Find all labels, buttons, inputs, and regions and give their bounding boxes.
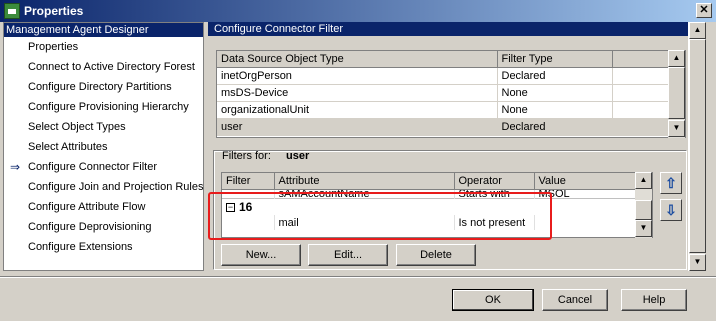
column-header-filter-type[interactable]: Filter Type (497, 51, 613, 68)
nav-header: Management Agent Designer (4, 23, 203, 37)
cancel-button[interactable]: Cancel (542, 289, 608, 311)
nav-item-label: Configure Provisioning Hierarchy (28, 101, 189, 113)
scroll-down-icon[interactable]: ▼ (689, 254, 706, 271)
filters-object-name: user (286, 150, 310, 162)
new-filter-button[interactable]: New... (221, 244, 301, 266)
nav-item-label: Select Attributes (28, 141, 108, 153)
nav-item-configure-join-and-projection-rules[interactable]: Configure Join and Projection Rules (4, 177, 204, 197)
nav-item-label: Configure Connector Filter (28, 161, 158, 173)
cell-empty (612, 118, 669, 136)
title-bar: Properties ✕ (0, 0, 716, 22)
nav-item-configure-attribute-flow[interactable]: Configure Attribute Flow (4, 197, 203, 217)
nav-item-label: Connect to Active Directory Forest (28, 61, 195, 73)
nav-item-label: Configure Deprovisioning (28, 221, 152, 233)
scroll-thumb[interactable] (689, 39, 706, 253)
cell-filter-type: Declared (497, 67, 613, 85)
delete-filter-button[interactable]: Delete (396, 244, 476, 266)
table-row[interactable]: inetOrgPerson Declared (217, 67, 669, 85)
column-header-attribute[interactable]: Attribute (274, 173, 455, 190)
cell-filter-type: None (497, 84, 613, 102)
scroll-up-icon[interactable]: ▲ (689, 22, 706, 39)
nav-item-label: Configure Extensions (28, 241, 133, 253)
cell-empty (612, 101, 669, 119)
object-table-scrollbar[interactable]: ▲ ▼ (668, 50, 685, 138)
column-header-value[interactable]: Value (534, 173, 636, 190)
panel-header: Configure Connector Filter (208, 22, 688, 36)
table-row[interactable]: organizationalUnit None (217, 101, 669, 119)
footer-separator (0, 276, 716, 278)
nav-item-label: Configure Directory Partitions (28, 81, 172, 93)
nav-item-configure-deprovisioning[interactable]: Configure Deprovisioning (4, 217, 203, 237)
table-row[interactable]: user Declared (217, 118, 669, 136)
nav-item-configure-connector-filter[interactable]: ⇒ Configure Connector Filter (4, 157, 203, 177)
nav-item-select-attributes[interactable]: Select Attributes (4, 137, 203, 157)
designer-nav-panel: Management Agent Designer Properties Conn… (3, 22, 204, 271)
object-type-table: Data Source Object Type Filter Type inet… (216, 50, 686, 138)
window-title: Properties (24, 4, 84, 18)
cell-object-type: organizationalUnit (217, 101, 498, 119)
nav-item-label: Configure Attribute Flow (28, 201, 146, 213)
nav-item-label: Select Object Types (28, 121, 126, 133)
cell-filter-type: None (497, 101, 613, 119)
filters-for-label: Filters for: (222, 150, 271, 162)
app-icon (4, 3, 20, 19)
nav-item-configure-directory-partitions[interactable]: Configure Directory Partitions (4, 77, 203, 97)
filters-table-scrollbar[interactable]: ▲ ▼ (635, 172, 652, 238)
current-step-arrow-icon: ⇒ (10, 160, 21, 174)
panel-scrollbar[interactable]: ▲ ▼ (688, 22, 706, 271)
column-header-empty (612, 51, 669, 68)
nav-item-select-object-types[interactable]: Select Object Types (4, 117, 203, 137)
cell-empty (612, 84, 669, 102)
nav-item-configure-extensions[interactable]: Configure Extensions (4, 237, 203, 257)
column-header-object-type[interactable]: Data Source Object Type (217, 51, 498, 68)
scroll-down-icon[interactable]: ▼ (635, 220, 652, 237)
nav-item-configure-provisioning-hierarchy[interactable]: Configure Provisioning Hierarchy (4, 97, 203, 117)
close-button[interactable]: ✕ (696, 3, 712, 18)
scroll-thumb[interactable] (668, 67, 685, 119)
cell-object-type: msDS-Device (217, 84, 498, 102)
edit-filter-button[interactable]: Edit... (308, 244, 388, 266)
scroll-thumb[interactable] (635, 200, 652, 220)
nav-item-connect-to-active-directory-forest[interactable]: Connect to Active Directory Forest (4, 57, 203, 77)
nav-item-label: Properties (28, 41, 79, 53)
cell-empty (612, 67, 669, 85)
highlight-annotation (208, 192, 552, 240)
nav-item-properties[interactable]: Properties (4, 37, 203, 57)
cell-object-type: inetOrgPerson (217, 67, 498, 85)
nav-item-label: Configure Join and Projection Rules (28, 181, 204, 193)
move-down-button[interactable]: ⇩ (660, 199, 682, 221)
nav-list: Properties Connect to Active Directory Fo… (4, 37, 204, 257)
scroll-down-icon[interactable]: ▼ (668, 120, 685, 137)
ok-button[interactable]: OK (452, 289, 534, 311)
help-button[interactable]: Help (621, 289, 687, 311)
move-up-button[interactable]: ⇧ (660, 172, 682, 194)
column-header-operator[interactable]: Operator (454, 173, 535, 190)
scroll-up-icon[interactable]: ▲ (668, 50, 685, 67)
cell-filter-type: Declared (497, 118, 613, 136)
table-row[interactable]: msDS-Device None (217, 84, 669, 102)
column-header-filter[interactable]: Filter (222, 173, 275, 190)
cell-object-type: user (217, 118, 498, 136)
scroll-up-icon[interactable]: ▲ (635, 172, 652, 189)
